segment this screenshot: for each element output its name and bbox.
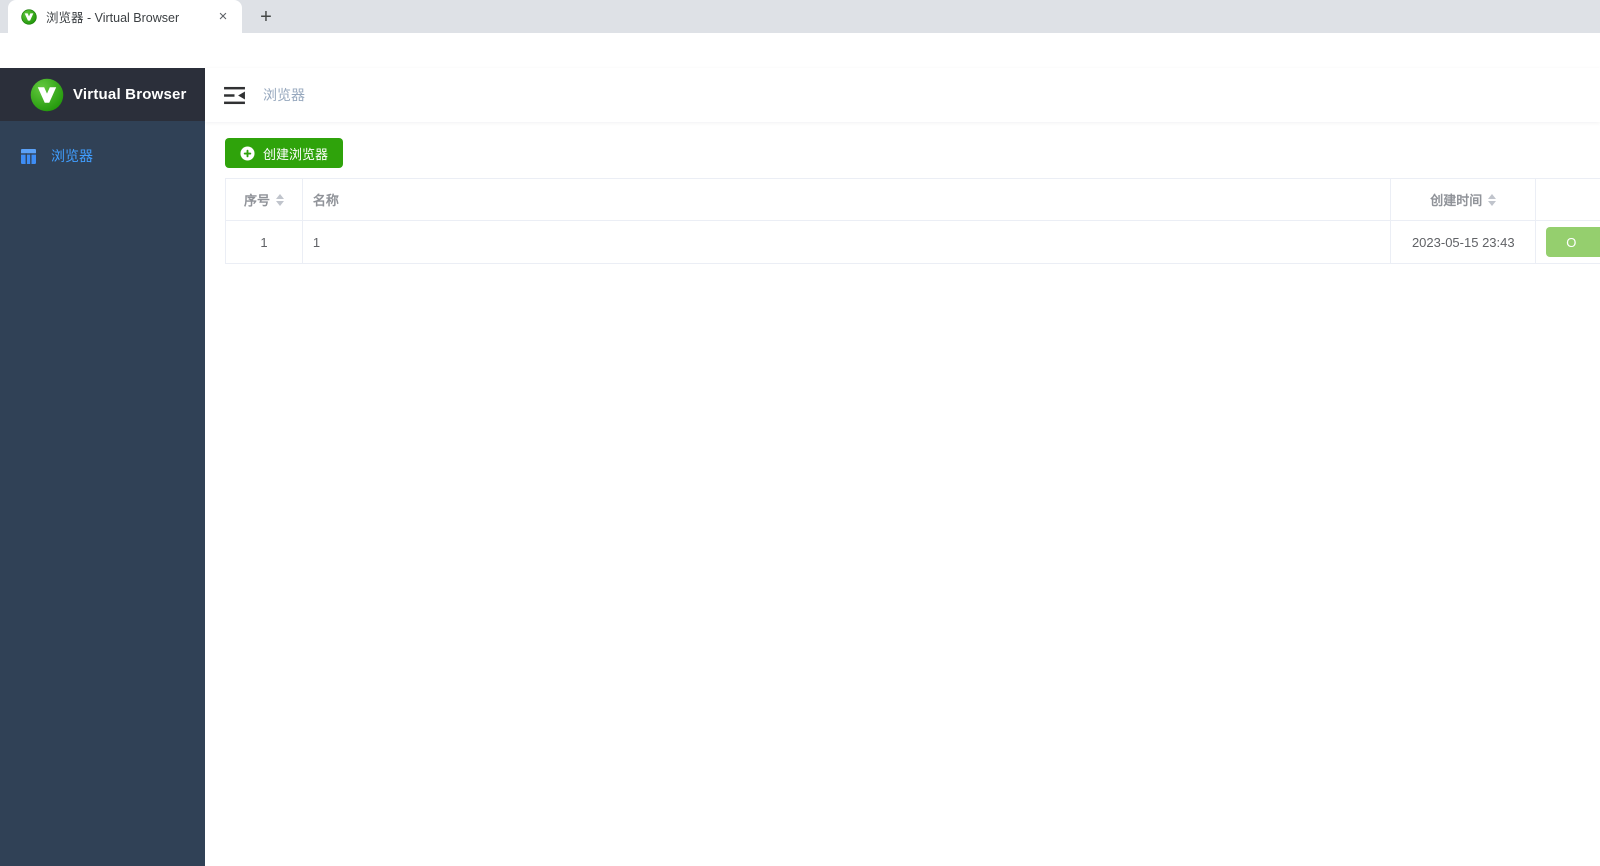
column-header-actions [1536, 179, 1600, 221]
browser-tab[interactable]: 浏览器 - Virtual Browser × [8, 0, 242, 33]
breadcrumb: 浏览器 [263, 87, 305, 103]
app-window: Virtual Browser 浏览器 浏览器 创建浏览器 序号 名称 创建时间… [0, 68, 1600, 866]
browser-tab-strip: 浏览器 - Virtual Browser × + [0, 0, 1600, 33]
cell-actions: O [1536, 221, 1600, 264]
cell-index: 1 [226, 221, 303, 264]
table-header-row: 序号 名称 创建时间 [226, 179, 1600, 221]
table-row: 1 1 2023-05-15 23:43 O [226, 221, 1600, 264]
topbar: 浏览器 [205, 68, 1600, 122]
table-grid-icon [21, 148, 36, 164]
sidebar-collapse-icon[interactable] [223, 86, 246, 105]
browsers-table: 序号 名称 创建时间 1 1 2023-05-15 23:43 O [225, 178, 1600, 264]
sidebar-item-browsers[interactable]: 浏览器 [0, 131, 205, 181]
sort-ascending-icon[interactable] [1488, 193, 1497, 199]
sort-carets-icon[interactable] [275, 193, 284, 206]
cell-created: 2023-05-15 23:43 [1391, 221, 1537, 264]
column-header-created[interactable]: 创建时间 [1391, 179, 1537, 221]
new-tab-button[interactable]: + [252, 3, 280, 31]
sidebar: Virtual Browser 浏览器 [0, 68, 205, 866]
virtual-browser-favicon-icon [21, 8, 37, 25]
sort-ascending-icon[interactable] [275, 193, 284, 199]
column-header-name[interactable]: 名称 [302, 179, 1392, 221]
cell-name: 1 [302, 221, 1392, 264]
create-browser-button[interactable]: 创建浏览器 [225, 138, 344, 168]
brand-title: Virtual Browser [73, 86, 187, 103]
open-browser-button[interactable]: O [1546, 227, 1600, 257]
main-panel: 浏览器 创建浏览器 序号 名称 创建时间 1 1 2023-05-15 23:4… [205, 68, 1600, 866]
sidebar-logo-header: Virtual Browser [0, 68, 205, 121]
create-browser-button-label: 创建浏览器 [263, 146, 329, 162]
virtual-browser-logo-icon [30, 78, 64, 111]
sort-descending-icon[interactable] [275, 200, 284, 206]
sort-descending-icon[interactable] [1488, 200, 1497, 206]
column-header-index[interactable]: 序号 [226, 179, 303, 221]
content-area: 创建浏览器 序号 名称 创建时间 1 1 2023-05-15 23:43 O [205, 122, 1600, 866]
sidebar-item-label: 浏览器 [51, 148, 93, 164]
tab-close-icon[interactable]: × [214, 8, 232, 26]
browser-toolbar: Virtual Browser | chrome://virtual-serve… [0, 33, 1600, 100]
circle-plus-icon [240, 145, 255, 161]
tab-title: 浏览器 - Virtual Browser [46, 11, 180, 25]
sort-carets-icon[interactable] [1488, 193, 1497, 206]
sidebar-menu: 浏览器 [0, 121, 205, 181]
